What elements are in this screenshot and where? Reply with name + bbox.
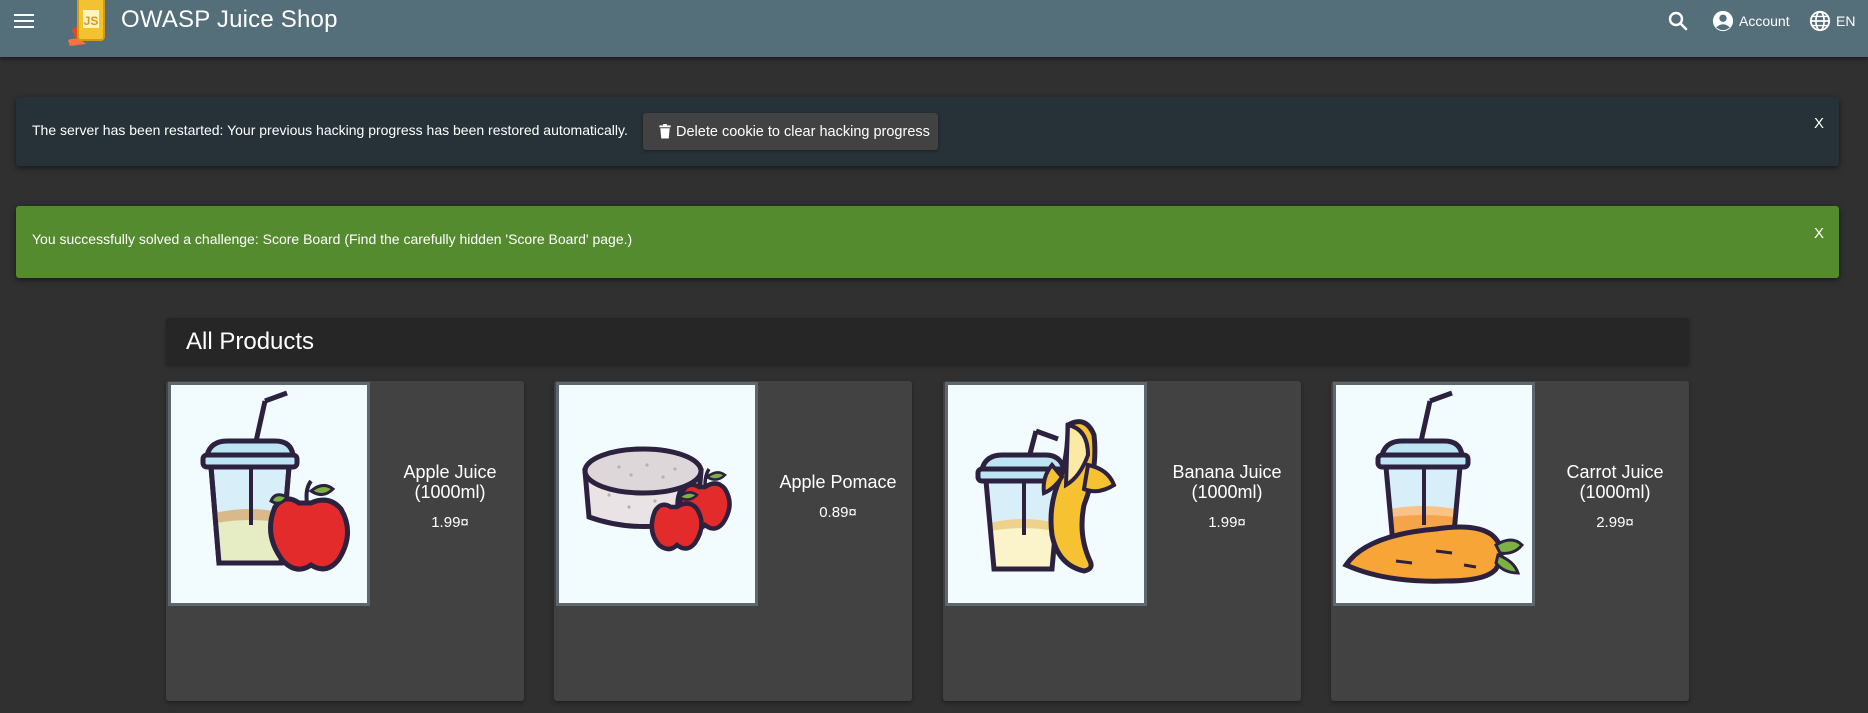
apple-pomace-icon xyxy=(582,446,732,552)
product-image[interactable] xyxy=(1333,382,1535,606)
product-info: Banana Juice (1000ml) 1.99¤ xyxy=(1153,381,1301,611)
product-image[interactable] xyxy=(168,382,370,606)
product-name: Apple Pomace xyxy=(779,471,897,492)
product-image[interactable] xyxy=(945,382,1147,606)
product-info: Apple Juice (1000ml) 1.99¤ xyxy=(376,381,524,611)
challenge-solved-notice: You successfully solved a challenge: Sco… xyxy=(16,206,1839,278)
page-title: All Products xyxy=(186,328,315,355)
search-icon[interactable] xyxy=(1666,9,1690,33)
product-card-banana-juice[interactable]: Banana Juice (1000ml) 1.99¤ xyxy=(943,381,1301,701)
server-restart-notice: The server has been restarted: Your prev… xyxy=(16,97,1839,166)
close-solved-notice-button[interactable]: X xyxy=(1814,225,1824,242)
product-name: Banana Juice (1000ml) xyxy=(1172,461,1282,502)
product-card-apple-pomace[interactable]: Apple Pomace 0.89¤ xyxy=(554,381,912,701)
trash-icon xyxy=(659,124,671,139)
language-label: EN xyxy=(1836,13,1856,29)
app-title[interactable]: OWASP Juice Shop xyxy=(121,6,338,34)
apple-juice-icon xyxy=(200,390,350,572)
globe-icon xyxy=(1809,10,1831,32)
product-name: Apple Juice (1000ml) xyxy=(403,461,497,502)
product-card-apple-juice[interactable]: Apple Juice (1000ml) 1.99¤ xyxy=(166,381,524,701)
challenge-solved-message: You successfully solved a challenge: Sco… xyxy=(32,231,633,247)
close-restart-notice-button[interactable]: X xyxy=(1814,115,1824,132)
carrot-juice-icon xyxy=(1342,390,1525,584)
svg-text:JS: JS xyxy=(84,14,99,28)
product-image[interactable] xyxy=(556,382,758,606)
delete-cookie-button[interactable]: Delete cookie to clear hacking progress xyxy=(643,113,938,150)
product-info: Apple Pomace 0.89¤ xyxy=(764,381,912,611)
juice-shop-logo[interactable]: JS xyxy=(64,0,114,46)
product-price: 0.89¤ xyxy=(819,503,857,521)
banana-juice-icon xyxy=(975,419,1117,574)
product-card-carrot-juice[interactable]: Carrot Juice (1000ml) 2.99¤ xyxy=(1331,381,1689,701)
account-button[interactable]: Account xyxy=(1712,9,1790,33)
product-price: 1.99¤ xyxy=(431,513,469,531)
menu-icon[interactable] xyxy=(10,7,38,35)
server-restart-message: The server has been restarted: Your prev… xyxy=(32,122,628,138)
account-circle-icon xyxy=(1712,10,1734,32)
account-label: Account xyxy=(1739,13,1790,29)
delete-cookie-label: Delete cookie to clear hacking progress xyxy=(676,123,930,140)
product-price: 2.99¤ xyxy=(1596,513,1634,531)
product-info: Carrot Juice (1000ml) 2.99¤ xyxy=(1541,381,1689,611)
product-name: Carrot Juice (1000ml) xyxy=(1566,461,1664,502)
products-header: All Products xyxy=(166,318,1689,364)
top-toolbar: JS OWASP Juice Shop Account EN xyxy=(0,0,1868,57)
product-price: 1.99¤ xyxy=(1208,513,1246,531)
language-button[interactable]: EN xyxy=(1809,9,1855,33)
